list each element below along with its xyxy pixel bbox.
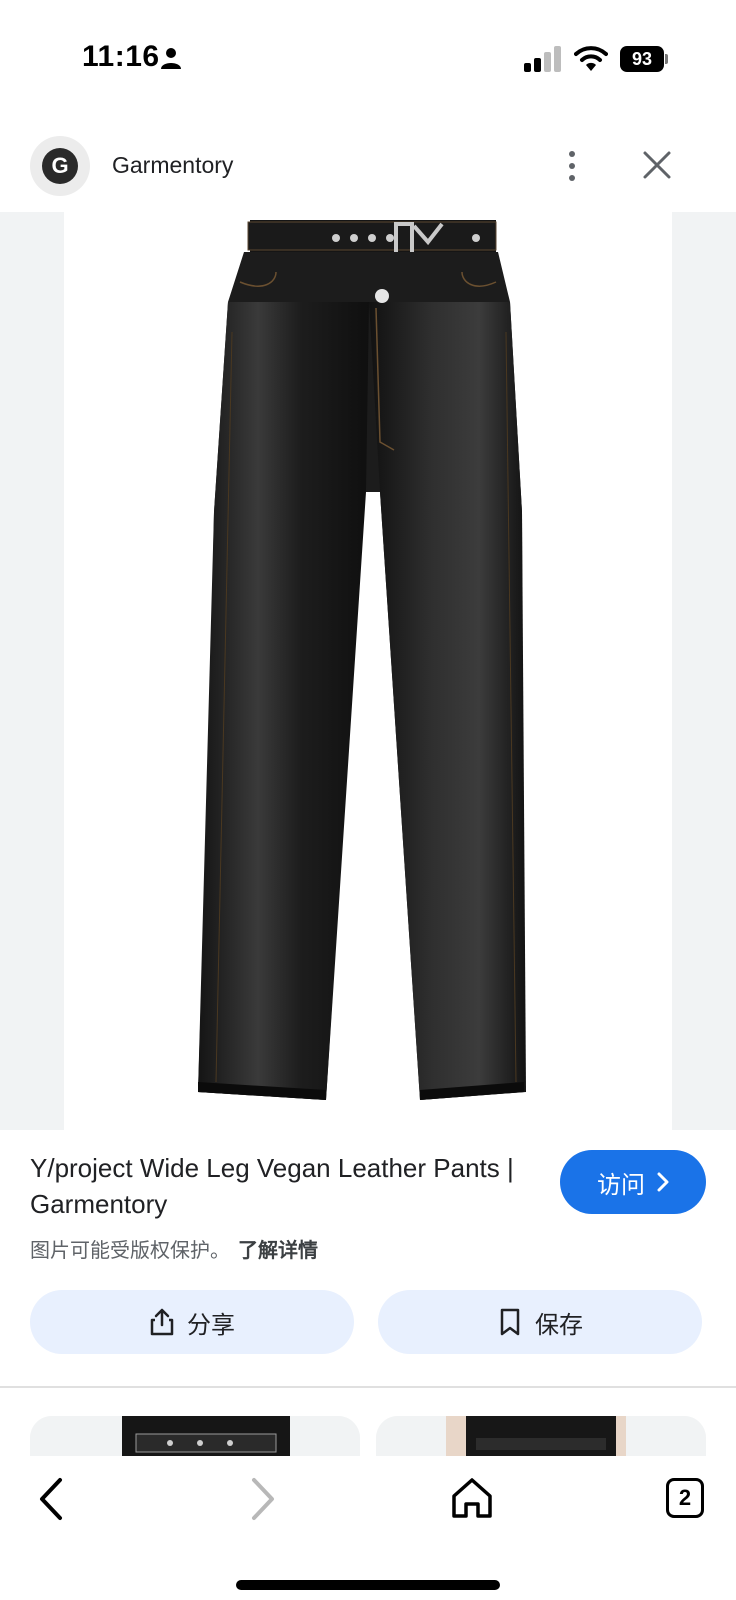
copyright-text: 图片可能受版权保护。 (30, 1240, 230, 1262)
battery-icon: 93 (620, 46, 668, 72)
close-icon[interactable] (640, 148, 674, 182)
tabs-icon[interactable]: 2 (666, 1478, 704, 1518)
related-image-card[interactable] (30, 1416, 360, 1456)
browser-bottom-nav: 2 (0, 1456, 736, 1600)
share-label: 分享 (187, 1311, 235, 1339)
chevron-right-icon (657, 1172, 669, 1192)
source-logo[interactable]: G (30, 136, 90, 196)
related-image-thumbnail (30, 1416, 360, 1456)
save-label: 保存 (535, 1311, 583, 1339)
forward-arrow-icon[interactable] (248, 1476, 278, 1522)
battery-level: 93 (620, 46, 664, 72)
tab-count: 2 (678, 1485, 692, 1510)
share-button[interactable]: 分享 (30, 1290, 354, 1354)
wifi-icon (574, 46, 608, 71)
product-image[interactable] (64, 212, 672, 1130)
related-image-thumbnail (376, 1416, 706, 1456)
image-preview-area (0, 212, 736, 1130)
signal-icon (524, 46, 561, 72)
home-indicator (236, 1580, 500, 1590)
more-vertical-icon[interactable] (560, 148, 584, 184)
back-arrow-icon[interactable] (36, 1476, 66, 1522)
home-icon[interactable] (450, 1476, 494, 1520)
bookmark-icon (500, 1308, 520, 1336)
image-frame (64, 212, 672, 1130)
section-divider (0, 1386, 736, 1388)
source-logo-letter: G (42, 148, 78, 184)
visit-label: 访问 (597, 1171, 645, 1199)
source-name[interactable]: Garmentory (112, 152, 233, 179)
related-image-card[interactable] (376, 1416, 706, 1456)
source-header: G Garmentory (0, 130, 736, 210)
status-time: 11:16 (82, 40, 160, 73)
save-button[interactable]: 保存 (378, 1290, 702, 1354)
copyright-notice: 图片可能受版权保护。 了解详情 (30, 1234, 318, 1263)
share-icon (150, 1308, 174, 1336)
visit-button[interactable]: 访问 (560, 1150, 706, 1214)
status-bar: 11:16 93 (0, 0, 736, 110)
result-title[interactable]: Y/project Wide Leg Vegan Leather Pants |… (30, 1150, 530, 1222)
learn-more-link[interactable]: 了解详情 (238, 1240, 318, 1262)
person-icon (161, 48, 181, 69)
